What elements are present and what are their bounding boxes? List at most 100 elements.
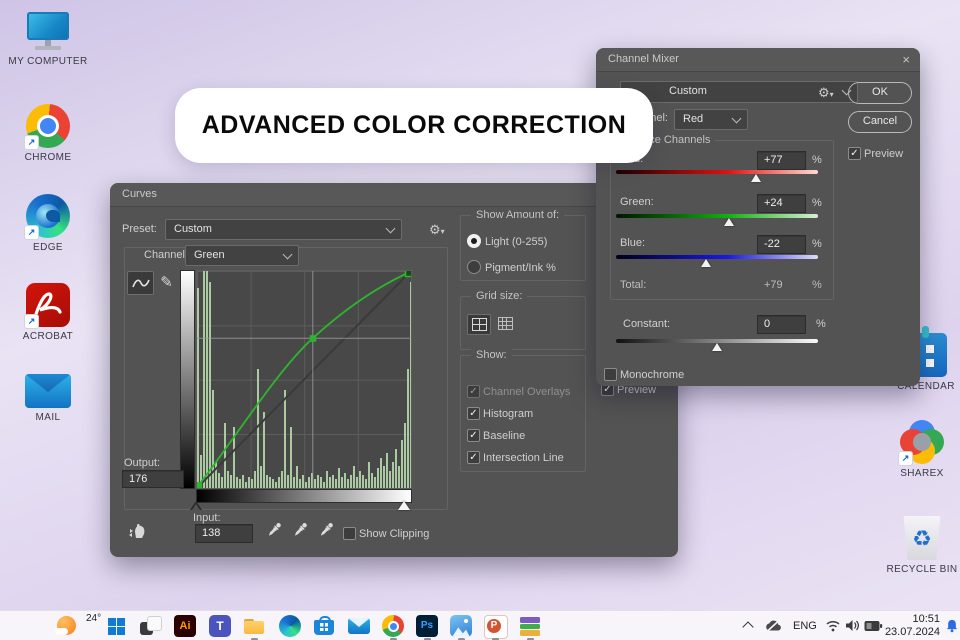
histogram-checkbox[interactable]: ✓	[467, 407, 480, 420]
grid-size-title: Grid size:	[471, 290, 528, 302]
taskbar-winrar[interactable]	[519, 615, 541, 637]
pencil-tool-button[interactable]: ✎	[154, 271, 179, 293]
desktop-icon-label: RECYCLE BIN	[886, 564, 958, 575]
cancel-button[interactable]: Cancel	[848, 111, 912, 133]
notification-bell-icon[interactable]	[945, 618, 959, 634]
dialog-title: Curves	[122, 188, 157, 200]
preset-options-gear-icon[interactable]: ⚙▾	[429, 222, 445, 238]
taskbar-store[interactable]	[313, 615, 335, 637]
desktop-icon-my-computer[interactable]: MY COMPUTER	[5, 12, 91, 67]
taskbar-chrome[interactable]	[382, 615, 404, 637]
tray-language[interactable]: ENG	[793, 620, 817, 632]
title-banner: ADVANCED COLOR CORRECTION	[175, 88, 653, 163]
constant-slider[interactable]	[616, 339, 818, 353]
input-label: Input:	[193, 512, 221, 524]
channel-overlays-checkbox[interactable]: ✓	[467, 385, 480, 398]
intersection-line-checkbox[interactable]: ✓	[467, 451, 480, 464]
output-value-field[interactable]: 176	[122, 470, 184, 488]
mixer-options-gear-icon[interactable]: ⚙▾	[818, 85, 834, 101]
white-point-eyedropper-icon[interactable]	[319, 521, 334, 538]
desktop-icon-label: SHAREX	[900, 468, 944, 479]
dialog-title: Channel Mixer	[608, 53, 679, 65]
red-slider[interactable]	[616, 170, 818, 184]
taskbar: 24° Ai T Ps ENG	[0, 610, 960, 640]
taskbar-widgets[interactable]	[139, 615, 162, 637]
blue-value-field[interactable]: -22	[757, 235, 806, 254]
taskbar-file-explorer[interactable]	[243, 615, 265, 637]
baseline-checkbox[interactable]: ✓	[467, 429, 480, 442]
constant-label: Constant:	[623, 318, 671, 330]
channel-mixer-titlebar[interactable]: Channel Mixer ×	[596, 48, 920, 72]
weather-widget[interactable]	[55, 614, 89, 638]
desktop-icon-sharex[interactable]: ↗ SHAREX	[879, 420, 960, 479]
taskbar-mail[interactable]	[348, 618, 370, 634]
light-radio-label: Light (0-255)	[485, 236, 548, 248]
wifi-icon[interactable]	[825, 619, 841, 632]
curves-graph[interactable]	[196, 270, 412, 489]
chrome-icon: ↗	[24, 104, 70, 150]
constant-slider-thumb[interactable]	[712, 343, 722, 351]
channel-dropdown[interactable]: Green	[185, 245, 299, 266]
highlight-slider-handle[interactable]	[398, 501, 410, 510]
coarse-grid-button[interactable]	[467, 314, 491, 335]
taskbar-illustrator[interactable]: Ai	[174, 615, 196, 637]
onedrive-cloud-icon[interactable]	[764, 619, 782, 633]
desktop-icon-mail[interactable]: MAIL	[5, 374, 91, 423]
show-clipping-label: Show Clipping	[359, 528, 430, 540]
hand-adjust-icon	[129, 524, 145, 538]
light-radio[interactable]	[467, 234, 481, 248]
close-icon[interactable]: ×	[902, 52, 910, 67]
desktop-icon-recycle-bin[interactable]: ♻ RECYCLE BIN	[879, 516, 960, 575]
input-gradient-bar	[196, 489, 412, 503]
taskbar-edge[interactable]	[279, 615, 301, 637]
taskbar-powerpoint[interactable]	[484, 615, 508, 639]
tray-clock-date[interactable]: 23.07.2024	[880, 626, 940, 638]
output-channel-dropdown[interactable]: Red	[674, 109, 748, 130]
red-value-field[interactable]: +77	[757, 151, 806, 170]
desktop-icon-acrobat[interactable]: ↗ ACROBAT	[5, 283, 91, 342]
taskbar-photos[interactable]	[450, 615, 472, 637]
shadow-slider-handle[interactable]	[190, 501, 202, 510]
preset-value: Custom	[174, 223, 212, 235]
cloud-small-icon	[55, 628, 68, 635]
speaker-icon[interactable]	[845, 619, 860, 632]
curve-point-end[interactable]	[404, 271, 412, 278]
mixer-preview-checkbox[interactable]: ✓	[848, 147, 861, 160]
desktop-icon-label: EDGE	[33, 242, 63, 253]
start-button[interactable]	[105, 615, 127, 637]
curves-titlebar[interactable]: Curves	[110, 183, 678, 207]
show-clipping-checkbox[interactable]	[343, 527, 356, 540]
blue-unit: %	[812, 238, 822, 250]
gray-point-eyedropper-icon[interactable]	[293, 521, 308, 538]
black-point-eyedropper-icon[interactable]	[267, 521, 282, 538]
fine-grid-button[interactable]	[494, 314, 516, 333]
green-value-field[interactable]: +24	[757, 194, 806, 213]
desktop-icon-chrome[interactable]: ↗ CHROME	[5, 104, 91, 163]
pigment-radio[interactable]	[467, 260, 481, 274]
tray-clock-time[interactable]: 10:51	[898, 613, 940, 625]
mixer-preset-value: Custom	[669, 85, 707, 97]
chevron-down-icon	[385, 223, 396, 234]
shortcut-arrow-icon: ↗	[24, 135, 39, 150]
curve-tool-button[interactable]	[127, 271, 154, 295]
red-slider-thumb[interactable]	[750, 174, 761, 182]
green-slider-thumb[interactable]	[724, 218, 735, 226]
taskbar-photoshop[interactable]: Ps	[416, 615, 438, 637]
green-slider[interactable]	[616, 214, 818, 228]
desktop-icon-edge[interactable]: ↗ EDGE	[5, 194, 91, 253]
blue-slider-thumb[interactable]	[700, 259, 711, 267]
total-unit: %	[812, 279, 822, 291]
tray-chevron-up-icon[interactable]	[742, 621, 754, 633]
ok-button[interactable]: OK	[848, 82, 912, 104]
preset-dropdown[interactable]: Custom	[165, 219, 402, 240]
curve-point-start[interactable]	[197, 482, 202, 488]
taskbar-teams[interactable]: T	[209, 615, 231, 637]
input-value-field[interactable]: 138	[195, 524, 253, 543]
output-label: Output:	[124, 457, 161, 469]
on-image-adjustment-tool[interactable]	[127, 523, 149, 544]
monochrome-checkbox[interactable]	[604, 368, 617, 381]
constant-value-field[interactable]: 0	[757, 315, 806, 334]
curve-point-selected[interactable]	[309, 335, 317, 342]
red-unit: %	[812, 154, 822, 166]
blue-slider[interactable]	[616, 255, 818, 269]
